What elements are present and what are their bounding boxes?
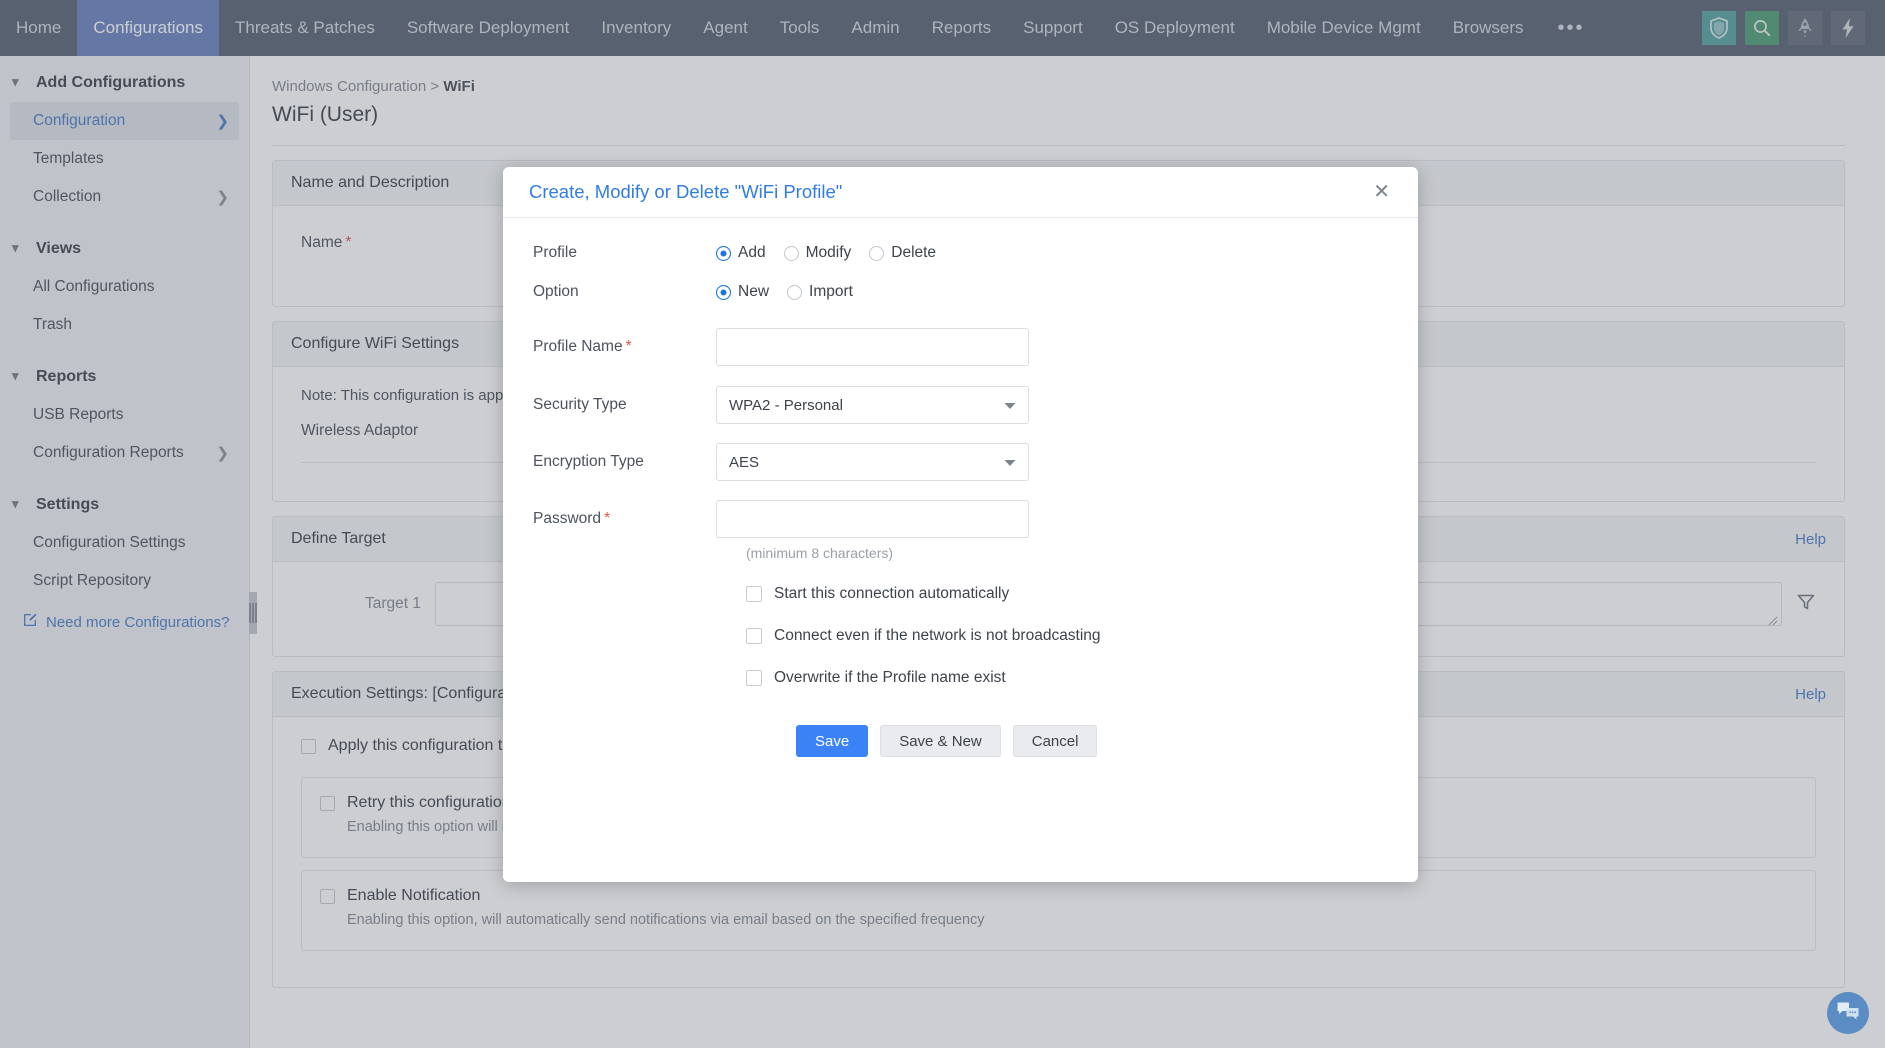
radio-indicator: [787, 285, 802, 300]
security-type-row: Security Type WPA2 - Personal: [503, 386, 1418, 424]
profile-row: Profile Add Modify Delete: [503, 244, 1418, 262]
radio-indicator: [716, 246, 731, 261]
profile-name-input[interactable]: [716, 328, 1029, 366]
profile-name-row: Profile Name*: [503, 328, 1418, 366]
option-radio-group: New Import: [716, 283, 853, 301]
radio-indicator: [869, 246, 884, 261]
radio-label: Add: [738, 244, 766, 262]
start-automatically-checkbox[interactable]: [746, 586, 762, 602]
radio-label: Modify: [806, 244, 852, 262]
chevron-down-icon: [1004, 454, 1016, 471]
profile-radio-group: Add Modify Delete: [716, 244, 936, 262]
radio-label: Import: [809, 283, 853, 301]
security-type-label: Security Type: [503, 396, 716, 414]
dialog-action-buttons: Save Save & New Cancel: [503, 725, 1418, 757]
chat-widget-button[interactable]: [1827, 992, 1869, 1034]
connect-not-broadcasting-checkbox[interactable]: [746, 628, 762, 644]
chevron-down-icon: [1004, 397, 1016, 414]
password-row: Password*: [503, 500, 1418, 538]
radio-profile-modify[interactable]: Modify: [784, 244, 852, 262]
radio-label: Delete: [891, 244, 936, 262]
save-button[interactable]: Save: [796, 725, 868, 757]
checkbox-row-connect-not-broadcasting[interactable]: Connect even if the network is not broad…: [503, 627, 1418, 645]
option-row: Option New Import: [503, 283, 1418, 301]
close-icon[interactable]: ✕: [1367, 178, 1396, 206]
wifi-profile-dialog: Create, Modify or Delete "WiFi Profile" …: [503, 167, 1418, 882]
radio-option-import[interactable]: Import: [787, 283, 853, 301]
password-hint: (minimum 8 characters): [503, 545, 1418, 561]
password-input[interactable]: [716, 500, 1029, 538]
checkbox-row-overwrite-profile[interactable]: Overwrite if the Profile name exist: [503, 669, 1418, 687]
radio-profile-add[interactable]: Add: [716, 244, 766, 262]
checkbox-row-start-automatically[interactable]: Start this connection automatically: [503, 585, 1418, 603]
radio-profile-delete[interactable]: Delete: [869, 244, 936, 262]
password-label-text: Password: [533, 510, 601, 527]
profile-name-label-text: Profile Name: [533, 338, 623, 355]
profile-label: Profile: [503, 244, 716, 262]
dialog-title: Create, Modify or Delete "WiFi Profile": [529, 181, 842, 203]
connect-not-broadcasting-label: Connect even if the network is not broad…: [774, 627, 1101, 645]
password-label: Password*: [503, 510, 716, 528]
dialog-body: Profile Add Modify Delete Option: [503, 218, 1418, 757]
option-label: Option: [503, 283, 716, 301]
security-type-select[interactable]: WPA2 - Personal: [716, 386, 1029, 424]
encryption-type-label: Encryption Type: [503, 453, 716, 471]
overwrite-profile-checkbox[interactable]: [746, 670, 762, 686]
required-asterisk: *: [604, 510, 610, 527]
save-and-new-button[interactable]: Save & New: [880, 725, 1001, 757]
encryption-type-select[interactable]: AES: [716, 443, 1029, 481]
encryption-type-value: AES: [729, 454, 759, 471]
overwrite-profile-label: Overwrite if the Profile name exist: [774, 669, 1006, 687]
radio-option-new[interactable]: New: [716, 283, 769, 301]
profile-name-label: Profile Name*: [503, 338, 716, 356]
security-type-value: WPA2 - Personal: [729, 397, 843, 414]
required-asterisk: *: [626, 338, 632, 355]
cancel-button[interactable]: Cancel: [1013, 725, 1098, 757]
radio-label: New: [738, 283, 769, 301]
encryption-type-row: Encryption Type AES: [503, 443, 1418, 481]
dialog-header: Create, Modify or Delete "WiFi Profile" …: [503, 167, 1418, 218]
start-automatically-label: Start this connection automatically: [774, 585, 1009, 603]
chat-bubbles-icon: [1836, 1000, 1860, 1027]
radio-indicator: [784, 246, 799, 261]
radio-indicator: [716, 285, 731, 300]
